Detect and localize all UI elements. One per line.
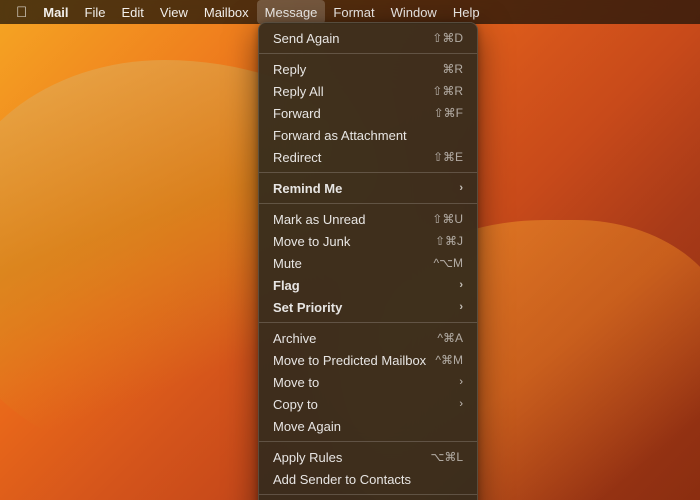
menu-item-reply-all[interactable]: Reply All ⇧⌘R <box>259 80 477 102</box>
apple-menu[interactable]:  <box>8 0 35 24</box>
menu-item-archive[interactable]: Archive ^⌘A <box>259 327 477 349</box>
message-menu: Send Again ⇧⌘D Reply ⌘R Reply All ⇧⌘R Fo… <box>258 22 478 500</box>
menubar-help[interactable]: Help <box>445 0 488 24</box>
set-priority-arrow: › <box>459 301 463 313</box>
menu-item-remind-me[interactable]: Remind Me › <box>259 177 477 199</box>
menubar-mailbox[interactable]: Mailbox <box>196 0 257 24</box>
separator-2 <box>259 172 477 173</box>
menubar:  Mail File Edit View Mailbox Message Fo… <box>0 0 700 24</box>
menu-item-send-again[interactable]: Send Again ⇧⌘D <box>259 27 477 49</box>
desktop:  Mail File Edit View Mailbox Message Fo… <box>0 0 700 500</box>
menu-item-reply[interactable]: Reply ⌘R <box>259 58 477 80</box>
separator-1 <box>259 53 477 54</box>
menubar-edit[interactable]: Edit <box>114 0 152 24</box>
menubar-mail[interactable]: Mail <box>35 0 76 24</box>
menu-item-move-junk[interactable]: Move to Junk ⇧⌘J <box>259 230 477 252</box>
menu-item-forward-attachment[interactable]: Forward as Attachment <box>259 124 477 146</box>
remind-me-arrow: › <box>459 182 463 194</box>
menu-item-move-predicted[interactable]: Move to Predicted Mailbox ^⌘M <box>259 349 477 371</box>
move-to-arrow: › <box>459 376 463 388</box>
menu-item-mute[interactable]: Mute ^⌥M <box>259 252 477 274</box>
menu-item-set-priority[interactable]: Set Priority › <box>259 296 477 318</box>
menu-item-forward[interactable]: Forward ⇧⌘F <box>259 102 477 124</box>
separator-5 <box>259 441 477 442</box>
separator-3 <box>259 203 477 204</box>
separator-6 <box>259 494 477 495</box>
menubar-file[interactable]: File <box>77 0 114 24</box>
menubar-window[interactable]: Window <box>383 0 445 24</box>
menubar-format[interactable]: Format <box>325 0 382 24</box>
menu-item-copy-to[interactable]: Copy to › <box>259 393 477 415</box>
menu-item-apply-rules[interactable]: Apply Rules ⌥⌘L <box>259 446 477 468</box>
menu-item-flag[interactable]: Flag › <box>259 274 477 296</box>
menu-item-move-again[interactable]: Move Again <box>259 415 477 437</box>
flag-arrow: › <box>459 279 463 291</box>
separator-4 <box>259 322 477 323</box>
menu-item-mark-unread[interactable]: Mark as Unread ⇧⌘U <box>259 208 477 230</box>
menu-item-add-sender[interactable]: Add Sender to Contacts <box>259 468 477 490</box>
copy-to-arrow: › <box>459 398 463 410</box>
menu-item-move-to[interactable]: Move to › <box>259 371 477 393</box>
menubar-message[interactable]: Message <box>257 0 326 24</box>
menu-item-redirect[interactable]: Redirect ⇧⌘E <box>259 146 477 168</box>
menubar-view[interactable]: View <box>152 0 196 24</box>
